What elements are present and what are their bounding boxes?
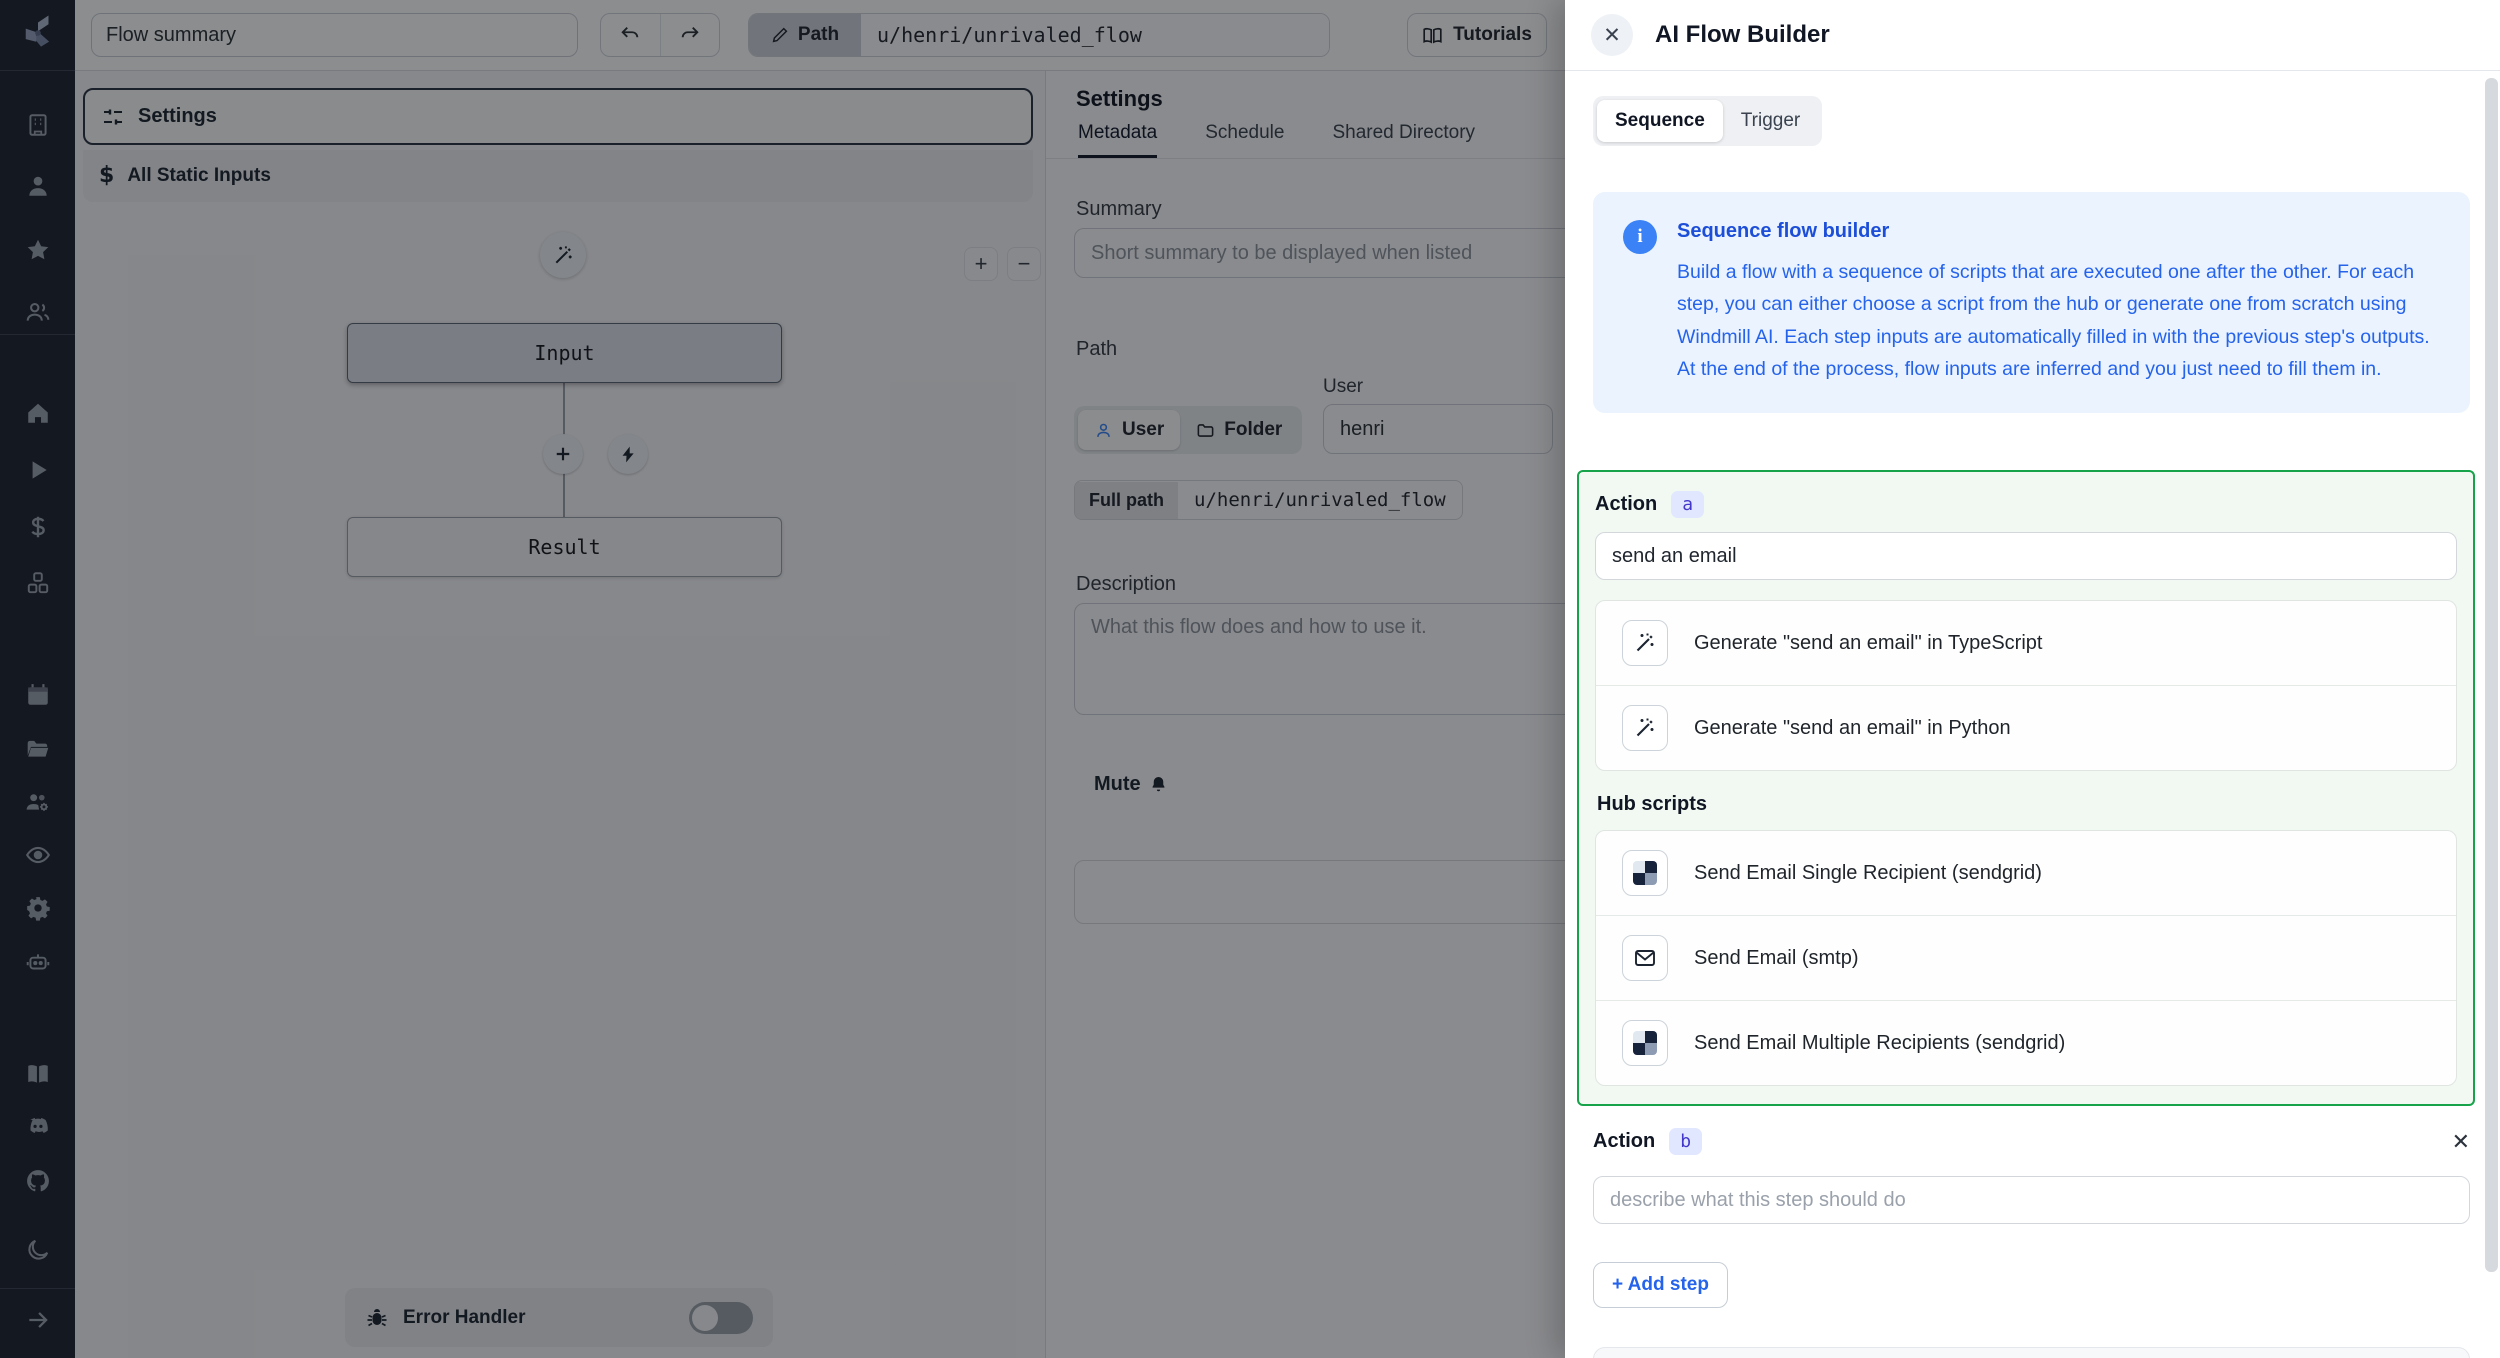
generate-suggestions-list: Generate "send an email" in TypeScript G… xyxy=(1595,600,2457,771)
ai-mode-tabs: Sequence Trigger xyxy=(1593,96,1822,146)
wand-sparkles-icon xyxy=(1622,620,1668,666)
info-icon: i xyxy=(1623,220,1657,254)
action-a-card: Action a Generate "send an email" in Typ… xyxy=(1577,470,2475,1106)
action-b-header: Action b ✕ xyxy=(1593,1128,2470,1155)
hub-scripts-header: Hub scripts xyxy=(1597,793,2457,816)
list-item[interactable]: Send Email Single Recipient (sendgrid) xyxy=(1596,831,2456,915)
list-item[interactable]: Send Email (smtp) xyxy=(1596,915,2456,1000)
action-a-query-input[interactable] xyxy=(1595,532,2457,580)
next-section-box xyxy=(1593,1347,2470,1358)
action-b-badge: b xyxy=(1669,1128,1702,1155)
list-item[interactable]: Generate "send an email" in TypeScript xyxy=(1596,601,2456,685)
wand-sparkles-icon xyxy=(1622,705,1668,751)
action-a-header: Action a xyxy=(1595,488,2457,520)
close-button[interactable]: ✕ xyxy=(1591,14,1633,56)
sequence-info-box: i Sequence flow builder Build a flow wit… xyxy=(1593,192,2470,413)
hub-script-label: Send Email (smtp) xyxy=(1694,947,1859,970)
list-item[interactable]: Generate "send an email" in Python xyxy=(1596,685,2456,770)
action-a-label: Action xyxy=(1595,493,1657,516)
info-content: Sequence flow builder Build a flow with … xyxy=(1677,220,2437,385)
suggestion-label: Generate "send an email" in TypeScript xyxy=(1694,632,2042,655)
action-a-badge: a xyxy=(1671,491,1704,518)
info-body: Build a flow with a sequence of scripts … xyxy=(1677,256,2437,385)
hub-script-label: Send Email Multiple Recipients (sendgrid… xyxy=(1694,1032,2065,1055)
ai-panel-title: AI Flow Builder xyxy=(1655,21,1830,49)
sendgrid-icon xyxy=(1622,1020,1668,1066)
close-icon: ✕ xyxy=(1603,23,1621,48)
remove-step-button[interactable]: ✕ xyxy=(2452,1129,2470,1155)
info-title: Sequence flow builder xyxy=(1677,220,2437,243)
ai-flow-builder-panel: ✕ AI Flow Builder Sequence Trigger i Seq… xyxy=(1565,0,2500,1358)
hub-script-label: Send Email Single Recipient (sendgrid) xyxy=(1694,862,2042,885)
suggestion-label: Generate "send an email" in Python xyxy=(1694,717,2011,740)
tab-trigger[interactable]: Trigger xyxy=(1723,100,1818,142)
add-step-label: + Add step xyxy=(1612,1274,1709,1296)
panel-scrollbar[interactable] xyxy=(2485,78,2498,1272)
ai-panel-header: ✕ AI Flow Builder xyxy=(1565,0,2500,71)
add-step-button[interactable]: + Add step xyxy=(1593,1262,1728,1308)
sendgrid-icon xyxy=(1622,850,1668,896)
action-b-label: Action xyxy=(1593,1130,1655,1153)
list-item[interactable]: Send Email Multiple Recipients (sendgrid… xyxy=(1596,1000,2456,1085)
action-b-input[interactable] xyxy=(1593,1176,2470,1224)
mail-icon xyxy=(1622,935,1668,981)
drawer-dim-overlay[interactable] xyxy=(0,0,1565,1358)
tab-sequence[interactable]: Sequence xyxy=(1597,100,1723,142)
hub-scripts-list: Send Email Single Recipient (sendgrid) S… xyxy=(1595,830,2457,1086)
